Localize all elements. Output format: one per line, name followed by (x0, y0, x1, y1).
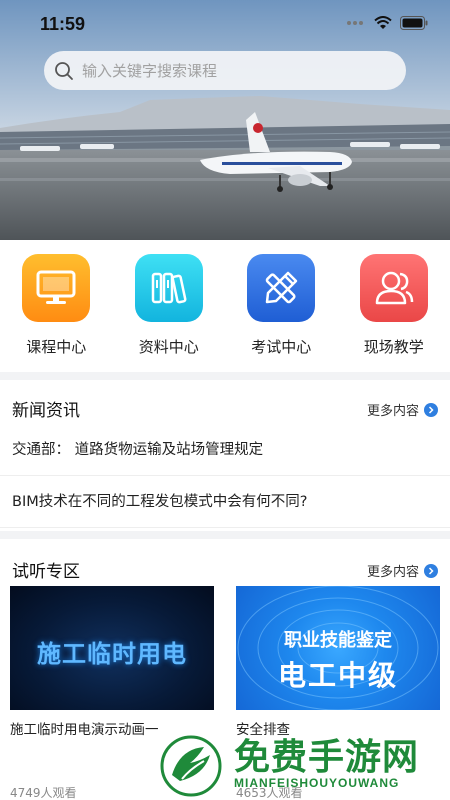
news-item[interactable]: 交通部： 道路货物运输及站场管理规定 (0, 424, 450, 476)
battery-icon (400, 16, 428, 30)
trial-section-title: 试听专区 (12, 562, 80, 582)
news-more-link[interactable]: 更多内容 (367, 400, 438, 419)
category-course-center[interactable]: 课程中心 (0, 240, 113, 372)
chevron-right-icon (424, 563, 438, 578)
news-item-title: 交通部： 道路货物运输及站场管理规定 (12, 442, 264, 458)
trial-more-link[interactable]: 更多内容 (367, 561, 438, 580)
news-item[interactable]: BIM技术在不同的工程发包模式中会有何不同? (0, 476, 450, 528)
news-item-title: BIM技术在不同的工程发包模式中会有何不同? (12, 494, 308, 510)
watermark-logo-icon (160, 735, 222, 797)
thumbnail-line2: 电工中级 (277, 659, 398, 692)
more-label: 更多内容 (366, 565, 419, 580)
news-section-title: 新闻资讯 (12, 401, 80, 421)
chevron-right-icon (424, 402, 438, 417)
watermark-subtext: MIANFEISHOUYOUWANG (234, 776, 400, 790)
course-card[interactable]: 职业技能鉴定 电工中级 安全排查 4653人观看 (236, 586, 440, 800)
monitor-icon (22, 254, 91, 322)
search-icon (55, 61, 73, 80)
course-card[interactable]: 施工临时用电 施工临时用电演示动画一 4749人观看 (10, 586, 214, 800)
section-divider (0, 531, 450, 539)
signal-icon (347, 21, 363, 25)
thumbnail-line1: 职业技能鉴定 (284, 630, 392, 651)
search-input[interactable] (82, 61, 372, 80)
search-bar[interactable] (44, 51, 406, 90)
category-field-teaching[interactable]: 现场教学 (338, 240, 450, 372)
thumbnail-text: 施工临时用电 (37, 640, 187, 668)
category-label: 现场教学 (363, 338, 424, 356)
news-header: 新闻资讯 更多内容 (0, 388, 450, 428)
status-time: 11:59 (40, 14, 86, 34)
course-views: 4749人观看 (10, 786, 77, 800)
more-label: 更多内容 (366, 404, 419, 419)
category-material-center[interactable]: 资料中心 (113, 240, 226, 372)
trial-header: 试听专区 更多内容 (0, 549, 450, 589)
course-thumbnail: 职业技能鉴定 电工中级 (236, 586, 440, 710)
pencil-ruler-icon (247, 254, 316, 322)
status-bar: 11:59 (0, 0, 450, 50)
wifi-icon (374, 16, 392, 29)
status-icons (346, 16, 428, 30)
course-thumbnail: 施工临时用电 (10, 586, 214, 710)
hero-banner[interactable]: 11:59 (0, 0, 450, 240)
category-exam-center[interactable]: 考试中心 (225, 240, 338, 372)
section-divider (0, 372, 450, 380)
category-label: 考试中心 (251, 338, 312, 356)
category-label: 课程中心 (26, 338, 87, 356)
category-grid: 课程中心 资料中心 考试中心 现场教学 (0, 240, 450, 372)
books-icon (134, 254, 203, 322)
watermark-text: 免费手游网 (234, 736, 420, 778)
category-label: 资料中心 (138, 338, 199, 356)
users-icon (359, 254, 428, 322)
